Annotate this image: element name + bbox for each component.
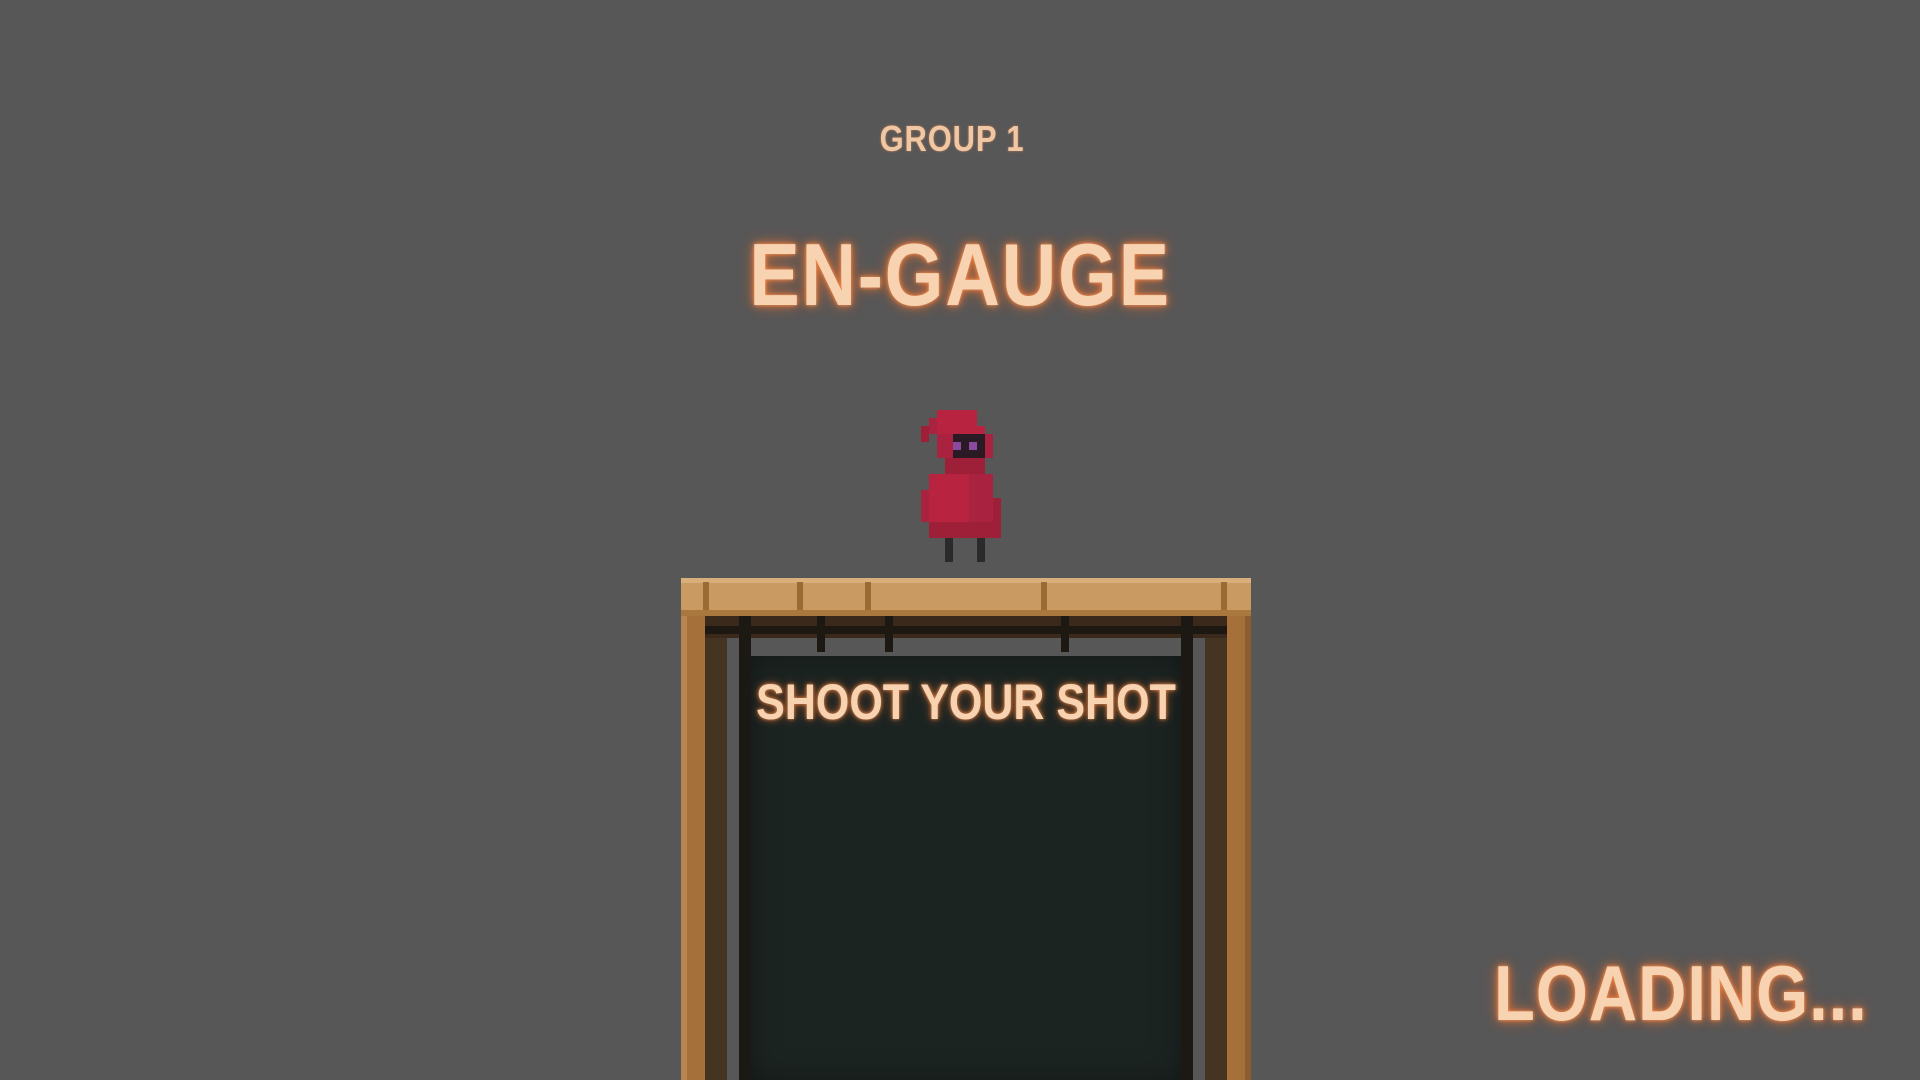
board-strut	[1061, 616, 1069, 652]
board-strut	[817, 616, 825, 652]
board-top-plank	[681, 578, 1251, 616]
group-label: GROUP 1	[879, 118, 1025, 159]
plank-gap	[797, 582, 803, 610]
game-title: EN-GAUGE	[749, 225, 1171, 324]
signboard: SHOOT YOUR SHOT	[681, 578, 1251, 1080]
board-post-left	[681, 616, 705, 1080]
loading-indicator: LOADING...	[1494, 949, 1868, 1037]
board-rail	[703, 626, 1229, 634]
plank-gap	[1221, 582, 1227, 610]
board-label: SHOOT YOUR SHOT	[756, 674, 1176, 730]
plank-gap	[865, 582, 871, 610]
board-post-right	[1227, 616, 1251, 1080]
plank-gap	[703, 582, 709, 610]
plank-gap	[1041, 582, 1047, 610]
board-underside	[681, 616, 1251, 652]
character-sprite	[921, 410, 1001, 562]
board-strut	[885, 616, 893, 652]
